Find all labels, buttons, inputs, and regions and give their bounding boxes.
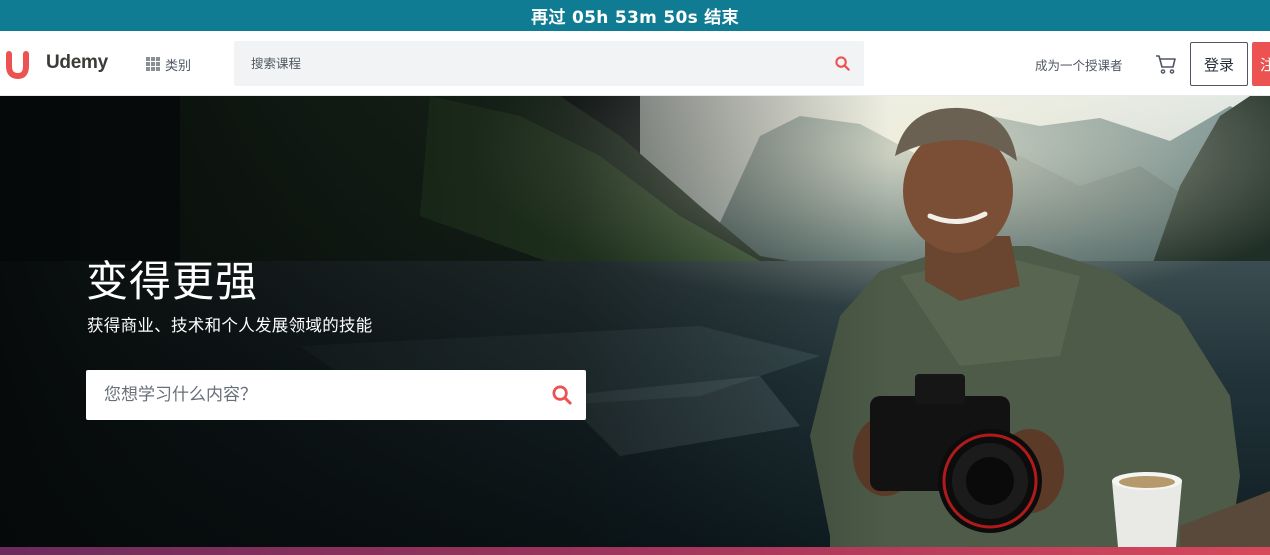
signup-button[interactable]: 注 [1252, 42, 1270, 86]
search-icon [552, 385, 572, 405]
section-divider-strip [0, 547, 1270, 555]
logo-text: Udemy [46, 52, 108, 73]
header-search-input[interactable] [234, 41, 820, 86]
promo-banner[interactable]: 再过 05h 53m 50s 结束 [0, 0, 1270, 31]
teach-link[interactable]: 成为一个授课者 [1035, 55, 1123, 74]
promo-countdown: 再过 05h 53m 50s 结束 [531, 8, 739, 28]
hero-search-input[interactable] [86, 370, 538, 420]
categories-label: 类别 [165, 58, 192, 74]
login-button[interactable]: 登录 [1190, 42, 1248, 86]
search-icon [834, 56, 850, 71]
cart-icon [1156, 55, 1176, 74]
hero-banner: 变得更强 获得商业、技术和个人发展领域的技能 [0, 96, 1270, 547]
udemy-logo[interactable]: Udemy [4, 46, 108, 80]
header-search-bar [234, 41, 864, 86]
header-search-button[interactable] [820, 41, 864, 86]
udemy-logo-icon [6, 51, 29, 80]
hero-title: 变得更强 [86, 257, 259, 306]
hero-search-button[interactable] [538, 370, 586, 420]
categories-menu[interactable]: 类别 [146, 53, 191, 75]
grid-icon [146, 57, 160, 71]
hero-subtitle: 获得商业、技术和个人发展领域的技能 [87, 316, 373, 335]
hero-search-bar [86, 370, 586, 420]
site-header: Udemy 类别 成为一个授课者 登录 注 [0, 31, 1270, 96]
cart-button[interactable] [1154, 52, 1178, 76]
